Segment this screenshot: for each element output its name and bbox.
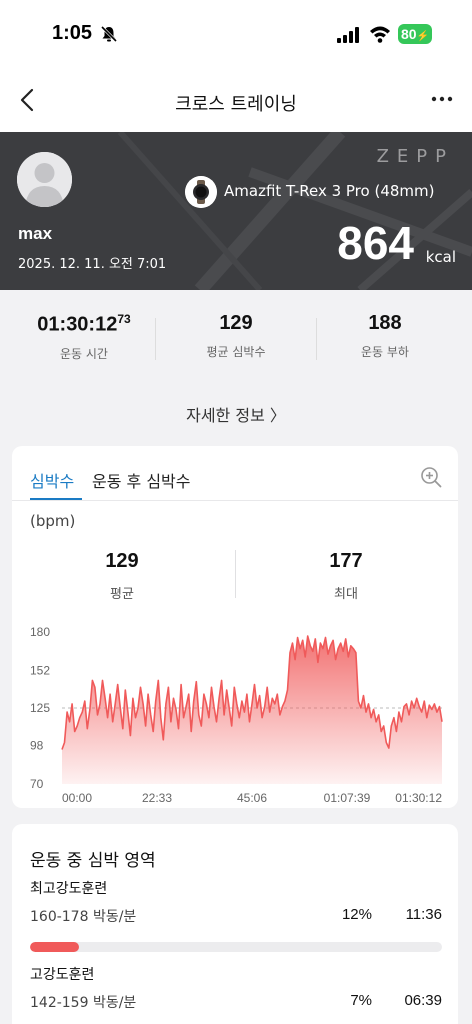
zone-progress-fill [30,942,80,952]
zone-duration: 11:36 [405,906,442,923]
max-value: 177 [329,550,363,572]
avg-hr: 129 평균 [22,550,222,602]
battery-level: 80 [401,26,417,42]
zone-range: 142-159 박동/분 [30,995,137,1011]
avg-hr-value: 129 [219,312,253,334]
zone-peak: 최고강도훈련 160-178 박동/분 12% 11:36 [30,878,442,952]
zone-name: 고강도훈련 [30,967,95,983]
zoom-in-icon[interactable] [420,466,442,488]
heart-rate-chart[interactable]: 180 152 125 98 70 00:00 22:33 45:06 01:07:39 01:3… [12,616,458,806]
zone-duration: 06:39 [404,992,442,1009]
cellular-signal-icon [337,27,359,43]
battery-indicator: 80⚡ [398,24,432,44]
user-silhouette-icon [17,152,72,207]
tab-post-workout-hr[interactable]: 운동 후 심박수 [92,468,191,492]
watch-icon [185,176,217,208]
y-tick-label: 70 [30,777,44,791]
avg-hr-label: 평균 심박수 [206,345,266,359]
max-hr: 177 최대 [246,550,446,602]
tab-heart-rate[interactable]: 심박수 [30,468,74,492]
zone-range: 160-178 박동/분 [30,909,137,925]
divider [235,550,236,598]
load-stat: 188 운동 부하 [305,312,465,360]
heart-rate-card: 심박수 운동 후 심박수 (bpm) 129 평균 177 최대 180 152 1… [12,446,458,808]
status-time: 1:05 [52,22,93,44]
load-label: 운동 부하 [361,345,409,359]
duration-fraction: 73 [117,312,131,326]
more-options-icon[interactable] [430,92,454,106]
divider [12,500,458,501]
zone-percent: 12% [341,906,372,923]
y-tick-label: 180 [30,625,50,639]
avg-label: 평균 [110,587,134,602]
avg-hr-stat: 129 평균 심박수 [156,312,316,360]
zone-progress-track [30,942,442,952]
duration-label: 운동 시간 [60,346,108,361]
bell-muted-icon [100,25,118,43]
y-tick-label: 98 [30,738,44,752]
zones-title: 운동 중 심박 영역 [30,851,156,871]
hr-unit: (bpm) [30,512,76,530]
user-name: max [18,224,53,243]
avatar[interactable] [17,152,72,207]
detail-info-link[interactable]: 자세한 정보 〉 [0,402,472,426]
duration-value: 01:30:12 [37,313,118,336]
avg-value: 129 [105,550,139,572]
workout-datetime: 2025. 12. 11. 오전 7:01 [18,257,167,272]
x-tick-label: 01:30:12 [395,791,442,805]
load-value: 188 [368,312,402,334]
hr-area [62,636,442,784]
brand-logo: ZEPP [376,146,454,167]
device-name: Amazfit T-Rex 3 Pro (48mm) [224,182,435,200]
nav-bar: 크로스 트레이닝 [0,70,472,132]
workout-summary: 01:30:1273 운동 시간 129 평균 심박수 188 운동 부하 자세… [0,290,472,440]
max-label: 최대 [334,587,358,602]
zone-high: 고강도훈련 142-159 박동/분 7% 06:39 [30,964,442,1011]
hr-zones-card: 운동 중 심박 영역 최고강도훈련 160-178 박동/분 12% 11:36… [12,824,458,1024]
x-tick-label: 22:33 [142,791,172,805]
x-tick-label: 45:06 [237,791,267,805]
page-title: 크로스 트레이닝 [175,94,297,115]
duration-stat: 01:30:1273 운동 시간 [4,312,164,362]
y-tick-label: 152 [30,664,50,678]
workout-header: max 2025. 12. 11. 오전 7:01 ZEPP Amazfit T… [0,132,472,290]
calories-value: 864 [337,217,414,269]
x-tick-label: 01:07:39 [324,791,371,805]
zone-percent: 7% [350,992,372,1009]
status-bar: 1:05 80⚡ [0,0,472,70]
zone-name: 최고강도훈련 [30,881,108,897]
calories-unit: kcal [425,248,456,266]
y-tick-label: 125 [30,701,50,715]
x-tick-label: 00:00 [62,791,92,805]
wifi-icon [370,26,390,43]
